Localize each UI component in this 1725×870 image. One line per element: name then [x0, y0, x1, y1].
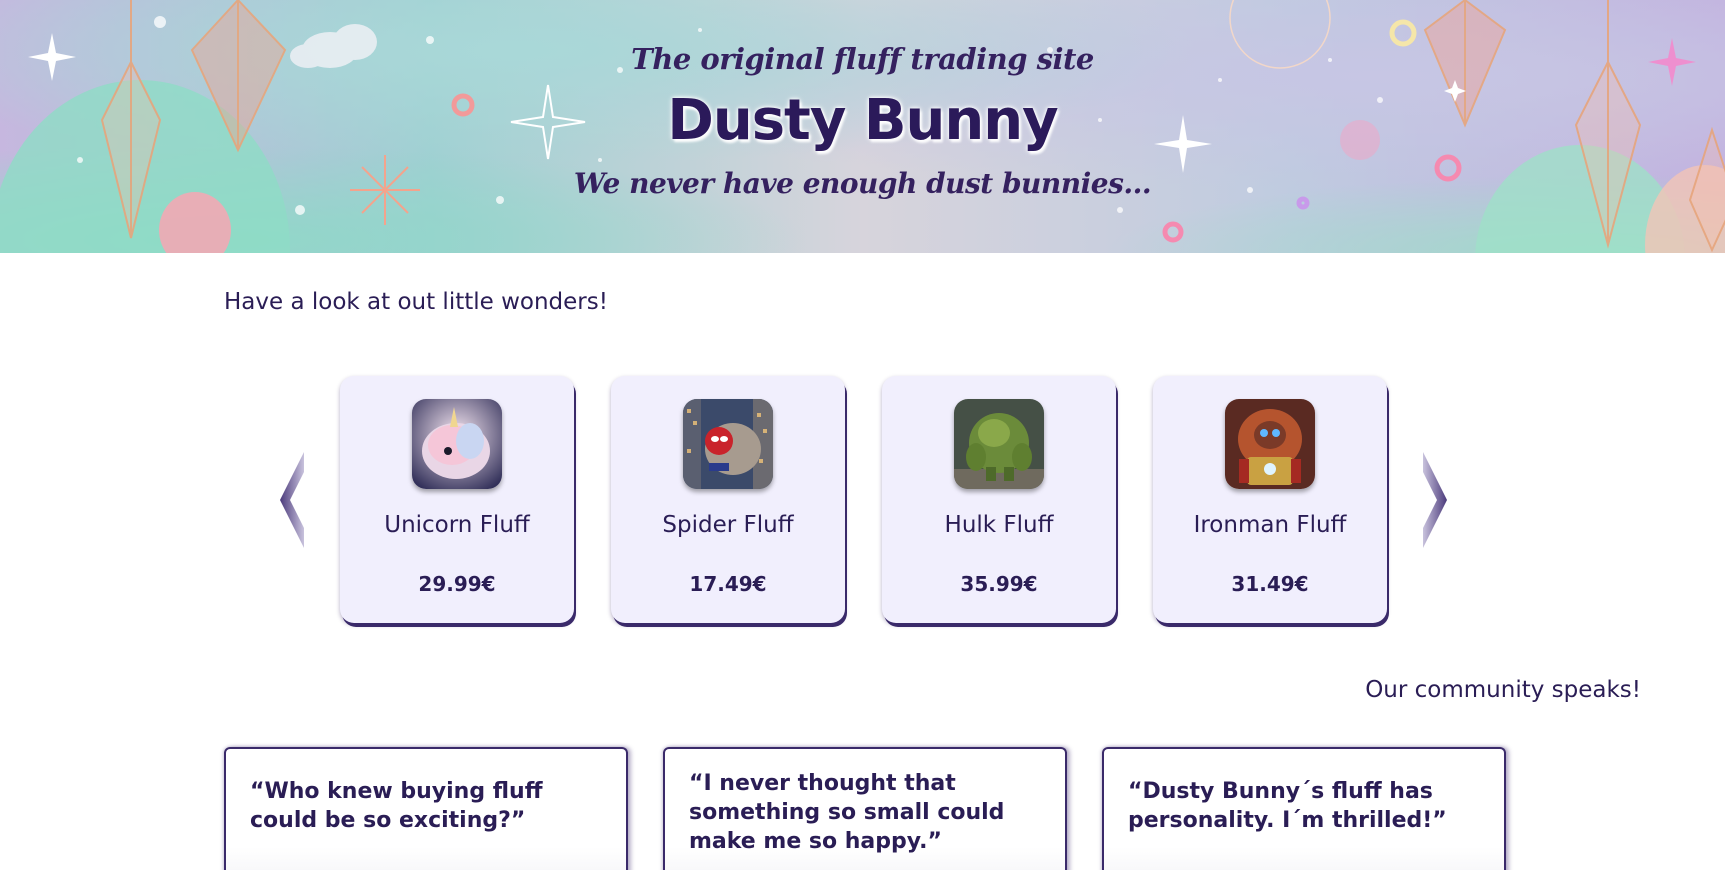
community-heading: Our community speaks!: [1365, 677, 1641, 703]
ironman-fluff-image: [1225, 399, 1315, 489]
spider-fluff-image: [683, 399, 773, 489]
carousel-next-button[interactable]: [1423, 450, 1449, 550]
product-name: Unicorn Fluff: [384, 512, 530, 538]
chevron-right-icon: [1423, 452, 1447, 548]
product-price: 35.99€: [960, 572, 1038, 596]
testimonial-quote: “I never thought that something so small…: [689, 771, 1005, 854]
testimonial-card: “Who knew buying fluff could be so excit…: [224, 747, 628, 870]
product-card-hulk-fluff[interactable]: Hulk Fluff 35.99€: [882, 376, 1116, 623]
hero-banner: The original fluff trading site Dusty Bu…: [0, 0, 1725, 253]
carousel-prev-button[interactable]: [278, 450, 304, 550]
hulk-fluff-image: [954, 399, 1044, 489]
product-card-ironman-fluff[interactable]: Ironman Fluff 31.49€: [1153, 376, 1387, 623]
testimonial-quote: “Who knew buying fluff could be so excit…: [250, 779, 543, 833]
hero-tagline: The original fluff trading site: [631, 42, 1094, 76]
testimonial-quote: “Dusty Bunny´s fluff has personality. I´…: [1128, 779, 1447, 833]
unicorn-fluff-image: [412, 399, 502, 489]
testimonial-card: “I never thought that something so small…: [663, 747, 1067, 870]
product-card-unicorn-fluff[interactable]: Unicorn Fluff 29.99€: [340, 376, 574, 623]
products-heading: Have a look at out little wonders!: [224, 289, 608, 315]
product-card-spider-fluff[interactable]: Spider Fluff 17.49€: [611, 376, 845, 623]
site-title: Dusty Bunny: [667, 88, 1058, 153]
product-price: 29.99€: [418, 572, 496, 596]
chevron-left-icon: [280, 452, 304, 548]
product-name: Ironman Fluff: [1193, 512, 1347, 538]
product-name: Spider Fluff: [662, 512, 794, 538]
product-name: Hulk Fluff: [944, 512, 1054, 538]
product-price: 17.49€: [689, 572, 767, 596]
hero-subtitle: We never have enough dust bunnies...: [573, 167, 1152, 200]
product-price: 31.49€: [1231, 572, 1309, 596]
page: The original fluff trading site Dusty Bu…: [0, 0, 1725, 870]
testimonial-card: “Dusty Bunny´s fluff has personality. I´…: [1102, 747, 1506, 870]
